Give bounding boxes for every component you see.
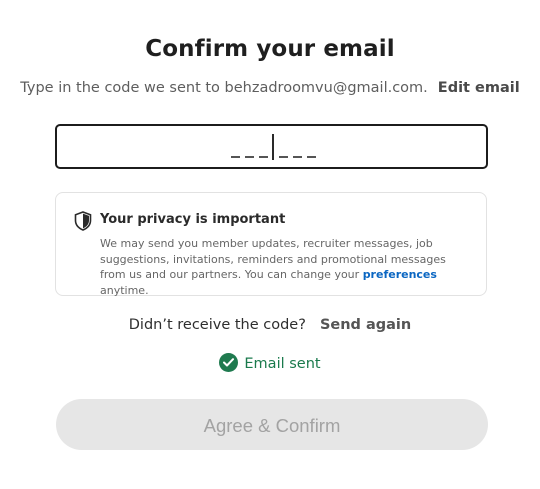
privacy-body: We may send you member updates, recruite… <box>100 236 470 298</box>
edit-email-link[interactable]: Edit email <box>438 80 520 96</box>
code-slot-6 <box>307 156 316 158</box>
code-slot-1 <box>231 156 240 158</box>
privacy-notice: Your privacy is important We may send yo… <box>55 192 487 298</box>
email-sent-text: Email sent <box>244 356 321 372</box>
instruction-line: Type in the code we sent to behzadroomvu… <box>0 80 540 96</box>
preferences-link[interactable]: preferences <box>363 268 437 281</box>
text-caret <box>272 134 274 160</box>
code-slot-3 <box>259 156 268 158</box>
check-circle-icon <box>219 353 239 372</box>
page-title: Confirm your email <box>145 36 395 62</box>
resend-prompt: Didn’t receive the code? <box>128 317 306 333</box>
resend-row: Didn’t receive the code? Send again <box>0 317 540 333</box>
send-again-link[interactable]: Send again <box>320 317 411 333</box>
code-slot-4 <box>279 156 288 158</box>
shield-icon <box>74 211 92 231</box>
instruction-text: Type in the code we sent to behzadroomvu… <box>20 80 428 96</box>
privacy-title: Your privacy is important <box>100 212 286 227</box>
confirm-email-page: Confirm your email Type in the code we s… <box>0 0 540 489</box>
code-slot-2 <box>245 156 254 158</box>
code-slot-5 <box>293 156 302 158</box>
agree-confirm-button[interactable]: Agree & Confirm <box>56 399 488 450</box>
privacy-body-end: anytime. <box>100 283 149 297</box>
verification-code-input[interactable] <box>55 124 488 169</box>
email-sent-status: Email sent <box>0 353 540 372</box>
